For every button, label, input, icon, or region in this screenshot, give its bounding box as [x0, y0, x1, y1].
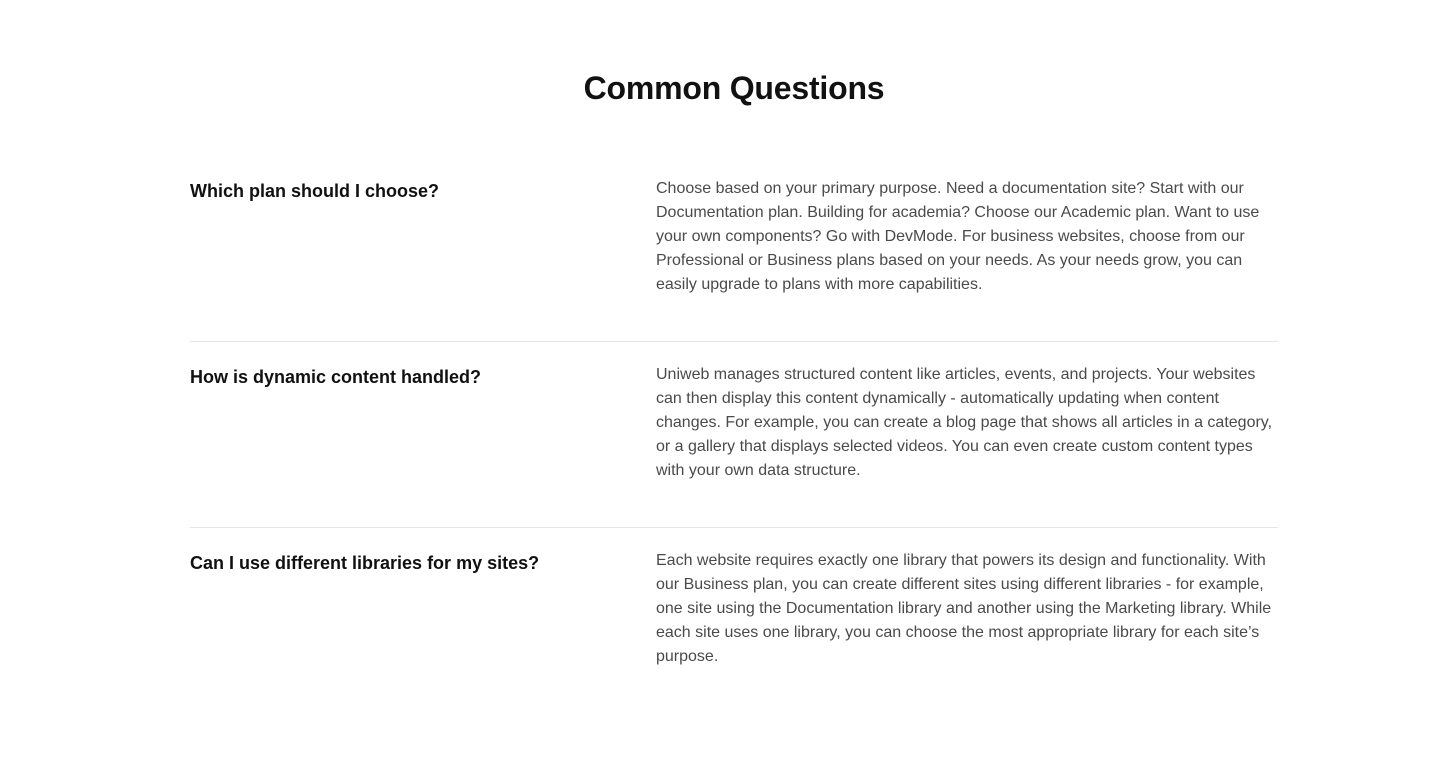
faq-answer: Choose based on your primary purpose. Ne… [656, 180, 1260, 293]
faq-question: Can I use different libraries for my sit… [190, 553, 540, 573]
faq-question: How is dynamic content handled? [190, 367, 482, 387]
faq-item: Can I use different libraries for my sit… [190, 536, 1278, 713]
faq-item: Which plan should I choose? Choose based… [190, 164, 1278, 342]
page-title: Common Questions [583, 70, 885, 106]
faq-page: Common Questions Which plan should I cho… [0, 0, 1442, 757]
faq-question: Which plan should I choose? [190, 181, 440, 201]
faq-answer: Each website requires exactly one librar… [656, 552, 1272, 665]
faq-item: How is dynamic content handled? Uniweb m… [190, 350, 1278, 528]
faq-list: Which plan should I choose? Choose based… [190, 164, 1278, 721]
faq-answer: Uniweb manages structured content like a… [656, 366, 1273, 479]
